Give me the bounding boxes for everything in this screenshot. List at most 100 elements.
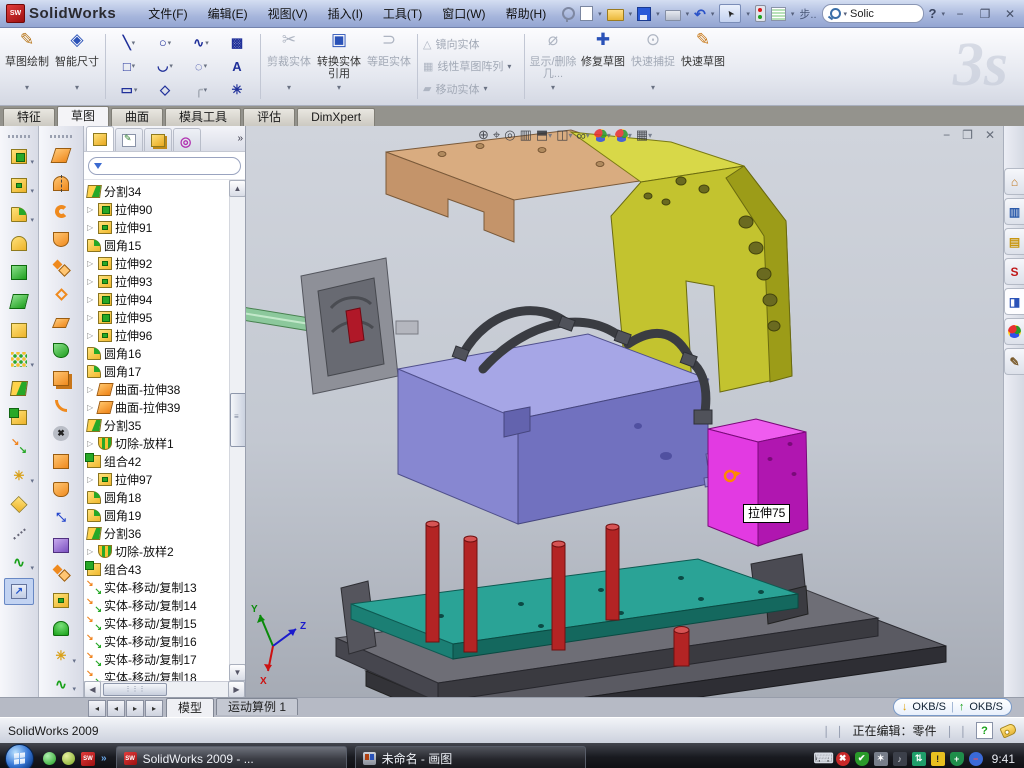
expand-arrow-icon[interactable]: ▷ [87, 403, 95, 412]
toolbar-overflow-label[interactable]: 步.. [799, 6, 816, 22]
command-tab[interactable]: 模具工具 [165, 108, 241, 126]
task-pane-tab[interactable]: ▥ [1004, 198, 1024, 225]
traffic-light-icon[interactable] [755, 5, 766, 22]
ribbon-button[interactable]: ⌀ 显示/删除几... [528, 29, 578, 104]
document-tab[interactable]: 模型 [166, 698, 214, 717]
sketch-entity-button[interactable]: ○ [147, 33, 183, 53]
print-icon[interactable] [665, 10, 681, 21]
dropdown-arrow-icon[interactable] [204, 86, 208, 94]
dropdown-arrow-icon[interactable] [169, 62, 173, 70]
feature-tool-button[interactable] [4, 491, 34, 518]
menu-item[interactable]: 窗口(W) [432, 2, 495, 25]
command-tab[interactable]: 曲面 [111, 108, 163, 126]
tree-vertical-scrollbar[interactable]: ▲ ▼ [229, 180, 245, 681]
app-quicklaunch-icon[interactable] [62, 752, 75, 765]
taskbar-task-button[interactable]: 未命名 - 画图 [355, 746, 586, 768]
ribbon-small-button[interactable]: ▦ 线性草图阵列 [423, 58, 519, 74]
surface-tool-button[interactable] [46, 365, 76, 391]
new-document-icon[interactable] [580, 6, 593, 21]
view-tool-button[interactable]: ⌖ [493, 127, 500, 143]
dropdown-arrow-icon[interactable] [72, 678, 76, 696]
close-button[interactable]: ✕ [1000, 6, 1020, 21]
doc-restore-button[interactable]: ❐ [962, 128, 973, 142]
surface-tool-button[interactable] [46, 560, 76, 586]
expand-arrow-icon[interactable]: ▷ [87, 331, 95, 340]
feature-tree-item[interactable]: ▷ 曲面-拉伸38 [84, 380, 229, 398]
feature-tool-button[interactable] [4, 520, 34, 547]
options-dropdown-icon[interactable]: ▾ [791, 10, 795, 18]
feature-tree-item[interactable]: ▷ 圆角19 [84, 506, 229, 524]
command-tab[interactable]: 草图 [57, 106, 109, 126]
feature-tree-item[interactable]: ▷ 拉伸94 [84, 290, 229, 308]
graphics-viewport[interactable]: Y Z X ⊕ ⌖ ◎ [246, 126, 1003, 697]
surface-tool-button[interactable] [46, 449, 76, 475]
surface-tool-button[interactable] [46, 421, 76, 447]
surface-tool-button[interactable] [46, 143, 76, 169]
feature-tool-button[interactable] [4, 317, 34, 344]
tray-icon[interactable]: ✶ [874, 752, 888, 766]
scrollbar-thumb[interactable] [103, 683, 167, 696]
search-box[interactable]: ▾ Solic [822, 4, 924, 23]
task-pane-tab[interactable]: ▤ [1004, 228, 1024, 255]
feature-tool-button[interactable] [4, 462, 34, 489]
minimize-button[interactable]: − [950, 6, 970, 21]
surface-tool-button[interactable] [46, 310, 76, 336]
view-tool-button[interactable]: ▥ [520, 127, 532, 143]
expand-arrow-icon[interactable]: ▷ [87, 223, 95, 232]
feature-tool-button[interactable] [4, 201, 34, 228]
feature-tool-button[interactable] [4, 549, 34, 576]
menu-item[interactable]: 编辑(E) [198, 2, 258, 25]
feature-tree-item[interactable]: ▷ 实体-移动/复制16 [84, 632, 229, 650]
feature-tree-item[interactable]: ▷ 实体-移动/复制14 [84, 596, 229, 614]
dropdown-arrow-icon[interactable] [30, 209, 34, 227]
feature-tool-button[interactable] [4, 433, 34, 460]
feature-tree-item[interactable]: ▷ 组合42 [84, 452, 229, 470]
menu-item[interactable]: 帮助(H) [496, 2, 557, 25]
surface-tool-button[interactable] [46, 643, 76, 669]
expand-arrow-icon[interactable]: ▷ [87, 313, 95, 322]
quicklaunch-overflow-icon[interactable]: » [101, 753, 107, 764]
tray-icon[interactable]: + [950, 752, 964, 766]
feature-tree-item[interactable]: ▷ 拉伸96 [84, 326, 229, 344]
options-list-icon[interactable] [771, 7, 786, 21]
feature-tool-button[interactable] [4, 172, 34, 199]
surface-tool-button[interactable] [46, 198, 76, 224]
view-tool-button[interactable]: ◎ [504, 127, 515, 143]
doc-minimize-button[interactable]: − [943, 128, 950, 142]
sketch-entity-button[interactable]: ✳ [219, 80, 255, 100]
search-scope-dropdown-icon[interactable]: ▾ [844, 10, 848, 18]
menu-item[interactable]: 文件(F) [138, 2, 197, 25]
feature-tree-item[interactable]: ▷ 拉伸91 [84, 218, 229, 236]
dropdown-arrow-icon[interactable] [75, 82, 79, 94]
document-tab[interactable]: 运动算例 1 [216, 698, 298, 715]
tray-icon[interactable]: ✖ [836, 752, 850, 766]
dropdown-arrow-icon[interactable] [568, 131, 572, 140]
sketch-entity-button[interactable]: ╭ [183, 80, 219, 100]
feature-tree-item[interactable]: ▷ 拉伸92 [84, 254, 229, 272]
expand-arrow-icon[interactable]: ▷ [87, 547, 95, 556]
open-dropdown-icon[interactable]: ▾ [629, 10, 633, 18]
dropdown-arrow-icon[interactable] [30, 180, 34, 198]
dropdown-arrow-icon[interactable] [30, 151, 34, 169]
help-button[interactable]: ? [929, 6, 937, 21]
feature-tool-button[interactable] [4, 375, 34, 402]
open-icon[interactable] [607, 9, 624, 21]
feature-tree-item[interactable]: ▷ 组合43 [84, 560, 229, 578]
select-dropdown-icon[interactable]: ▾ [746, 10, 750, 18]
view-tool-button[interactable]: ∞ [577, 128, 590, 143]
sketch-entity-button[interactable]: ∿ [183, 33, 219, 53]
ribbon-button[interactable]: ⊃ 等距实体 [364, 29, 414, 104]
surface-tool-button[interactable] [46, 393, 76, 419]
search-input[interactable]: Solic [850, 8, 874, 20]
surface-tool-button[interactable] [46, 254, 76, 280]
surface-tool-button[interactable] [46, 616, 76, 642]
panel-overflow-icon[interactable]: » [237, 133, 243, 144]
view-tool-button[interactable]: ⊕ [478, 127, 489, 143]
dropdown-arrow-icon[interactable] [205, 39, 209, 47]
surface-tool-button[interactable] [46, 171, 76, 197]
menu-item[interactable]: 插入(I) [318, 2, 373, 25]
tab-nav-arrow[interactable]: ▸ [126, 700, 144, 717]
configuration-manager-tab[interactable] [144, 128, 172, 151]
surface-tool-button[interactable] [46, 671, 76, 697]
print-dropdown-icon[interactable]: ▾ [686, 10, 690, 18]
